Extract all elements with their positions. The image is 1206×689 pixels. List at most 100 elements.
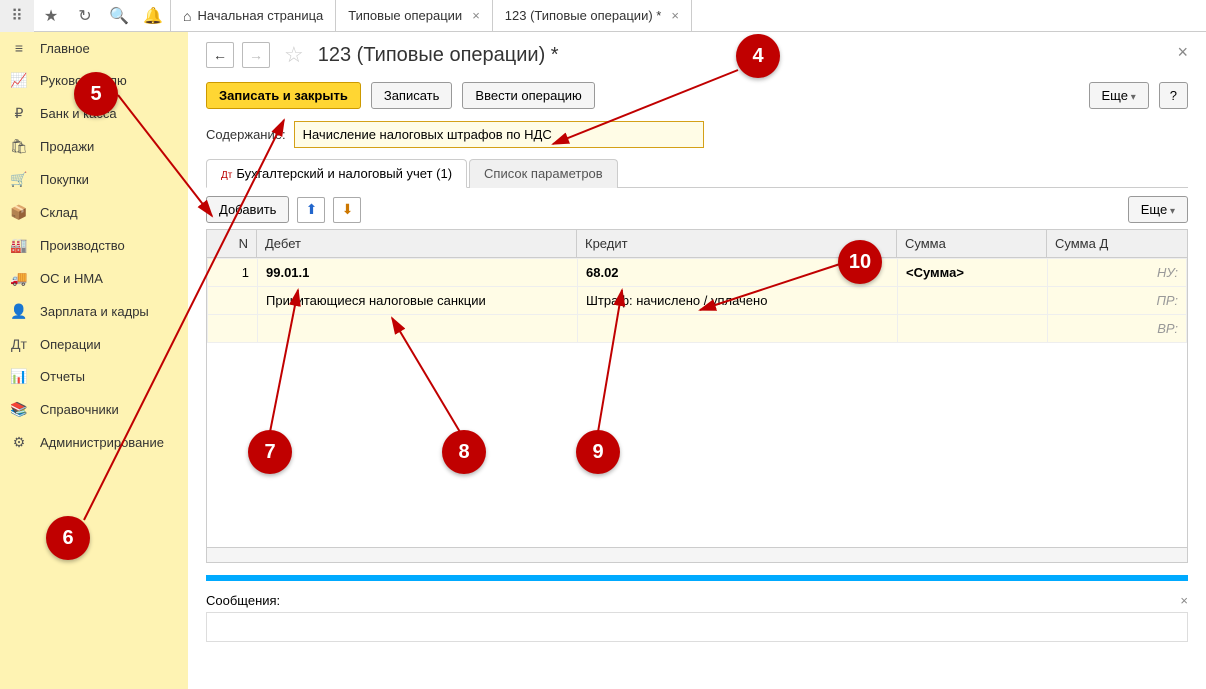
save-close-button[interactable]: Записать и закрыть — [206, 82, 361, 109]
sidebar-item-label: Зарплата и кадры — [40, 304, 149, 319]
sidebar-item-directories[interactable]: 📚 Справочники — [0, 393, 188, 426]
subtab-params[interactable]: Список параметров — [469, 159, 618, 188]
table-row[interactable]: ВР: — [208, 315, 1187, 343]
move-down-button[interactable]: ⬇ — [333, 197, 361, 223]
subtab-label: Список параметров — [484, 166, 603, 181]
favorite-icon[interactable]: ☆ — [284, 42, 304, 68]
sum-cell: <Сумма> — [898, 259, 1048, 287]
col-sum-d[interactable]: Сумма Д — [1047, 230, 1188, 258]
ruble-icon: ₽ — [10, 105, 28, 122]
person-icon: 👤 — [10, 303, 28, 320]
bell-icon[interactable]: 🔔 — [136, 0, 170, 32]
tabs: ⌂ Начальная страница Типовые операции × … — [171, 0, 692, 31]
credit-desc: Штраф: начислено / уплачено — [578, 287, 898, 315]
callout-7: 7 — [248, 430, 292, 474]
sidebar-item-label: Производство — [40, 238, 125, 253]
accounting-table: N Дебет Кредит Сумма Сумма Д — [206, 229, 1188, 258]
tab-typical-ops[interactable]: Типовые операции × — [336, 0, 493, 31]
subtab-accounting[interactable]: Дт Бухгалтерский и налоговый учет (1) — [206, 159, 467, 188]
close-icon[interactable]: × — [671, 8, 679, 23]
sidebar-item-label: Справочники — [40, 402, 119, 417]
add-button[interactable]: Добавить — [206, 196, 289, 223]
dtkt-mini-icon: Дт — [221, 170, 232, 181]
sidebar-item-assets[interactable]: 🚚ОС и НМА — [0, 262, 188, 295]
home-icon: ⌂ — [183, 8, 191, 24]
factory-icon: 🏭 — [10, 237, 28, 254]
sidebar-item-purchases[interactable]: 🛒 Покупки — [0, 163, 188, 196]
sidebar-item-production[interactable]: 🏭 Производство — [0, 229, 188, 262]
history-icon[interactable]: ↻ — [68, 0, 102, 32]
tab-home[interactable]: ⌂ Начальная страница — [171, 0, 336, 31]
menu-icon: ≡ — [10, 40, 28, 56]
tab-label: 123 (Типовые операции) * — [505, 8, 662, 23]
tab-label: Начальная страница — [197, 8, 323, 23]
save-button[interactable]: Записать — [371, 82, 453, 109]
move-up-button[interactable]: ⬆ — [297, 197, 325, 223]
gear-icon: ⚙ — [10, 434, 28, 451]
bars-icon: 📊 — [10, 368, 28, 385]
callout-10: 10 — [838, 240, 882, 284]
sidebar-item-operations[interactable]: Дт Операции — [0, 328, 188, 360]
more-button-2[interactable]: Еще — [1128, 196, 1188, 223]
top-toolbar: ⠿ ★ ↻ 🔍 🔔 ⌂ Начальная страница Типовые о… — [0, 0, 1206, 32]
sidebar: ≡Главное 📈Руководителю ₽Банк и касса 🛍Пр… — [0, 32, 188, 689]
truck-icon: 🚚 — [10, 270, 28, 287]
debit-account: 99.01.1 — [266, 265, 569, 280]
callout-4: 4 — [736, 34, 780, 78]
sidebar-item-sales[interactable]: 🛍 Продажи — [0, 130, 188, 163]
close-icon[interactable]: × — [1177, 42, 1188, 63]
subtab-label: Бухгалтерский и налоговый учет (1) — [236, 166, 452, 181]
sidebar-item-label: Продажи — [40, 139, 94, 154]
cart-icon: 🛒 — [10, 171, 28, 188]
sidebar-item-main[interactable]: ≡ Главное — [0, 32, 188, 64]
sidebar-item-label: Администрирование — [40, 435, 164, 450]
progress-bar — [206, 575, 1188, 581]
close-icon[interactable]: × — [1180, 593, 1188, 608]
content-input[interactable] — [294, 121, 704, 148]
sidebar-item-hr[interactable]: 👤 Зарплата и кадры — [0, 295, 188, 328]
tab-current[interactable]: 123 (Типовые операции) * × — [493, 0, 692, 31]
help-button[interactable]: ? — [1159, 82, 1188, 109]
sidebar-item-label: Отчеты — [40, 369, 85, 384]
top-icons: ⠿ ★ ↻ 🔍 🔔 — [0, 0, 171, 31]
bag-icon: 🛍 — [10, 138, 28, 155]
search-icon[interactable]: 🔍 — [102, 0, 136, 32]
sidebar-item-label: Операции — [40, 337, 101, 352]
content-label: Содержание: — [206, 127, 286, 142]
col-debit[interactable]: Дебет — [257, 230, 577, 258]
sidebar-item-warehouse[interactable]: 📦 Склад — [0, 196, 188, 229]
enter-operation-button[interactable]: Ввести операцию — [462, 82, 594, 109]
star-icon[interactable]: ★ — [34, 0, 68, 32]
content: × ← → ☆ 123 (Типовые операции) * Записат… — [188, 32, 1206, 689]
pr-label: ПР: — [1056, 293, 1178, 308]
debit-desc: Причитающиеся налоговые санкции — [258, 287, 578, 315]
sidebar-item-label: Главное — [40, 41, 90, 56]
sidebar-item-reports[interactable]: 📊 Отчеты — [0, 360, 188, 393]
forward-button[interactable]: → — [242, 42, 270, 68]
sidebar-item-label: Покупки — [40, 172, 89, 187]
page-title: 123 (Типовые операции) * — [318, 44, 559, 67]
col-n[interactable]: N — [207, 230, 257, 258]
sidebar-item-label: Склад — [40, 205, 78, 220]
callout-5: 5 — [74, 72, 118, 116]
box-icon: 📦 — [10, 204, 28, 221]
col-sum[interactable]: Сумма — [897, 230, 1047, 258]
table-row[interactable]: 1 99.01.1 68.02 <Сумма> НУ: — [208, 259, 1187, 287]
messages-body — [206, 612, 1188, 642]
table-row[interactable]: Причитающиеся налоговые санкции Штраф: н… — [208, 287, 1187, 315]
dtkt-icon: Дт — [10, 336, 28, 352]
books-icon: 📚 — [10, 401, 28, 418]
back-button[interactable]: ← — [206, 42, 234, 68]
callout-6: 6 — [46, 516, 90, 560]
messages-label: Сообщения: — [206, 593, 280, 608]
vr-label: ВР: — [1056, 321, 1178, 336]
tab-label: Типовые операции — [348, 8, 462, 23]
chart-icon: 📈 — [10, 72, 28, 89]
more-button[interactable]: Еще — [1089, 82, 1149, 109]
cell-n: 1 — [208, 259, 258, 287]
close-icon[interactable]: × — [472, 8, 480, 23]
callout-8: 8 — [442, 430, 486, 474]
apps-icon[interactable]: ⠿ — [0, 0, 34, 32]
nu-label: НУ: — [1056, 265, 1178, 280]
sidebar-item-admin[interactable]: ⚙ Администрирование — [0, 426, 188, 459]
